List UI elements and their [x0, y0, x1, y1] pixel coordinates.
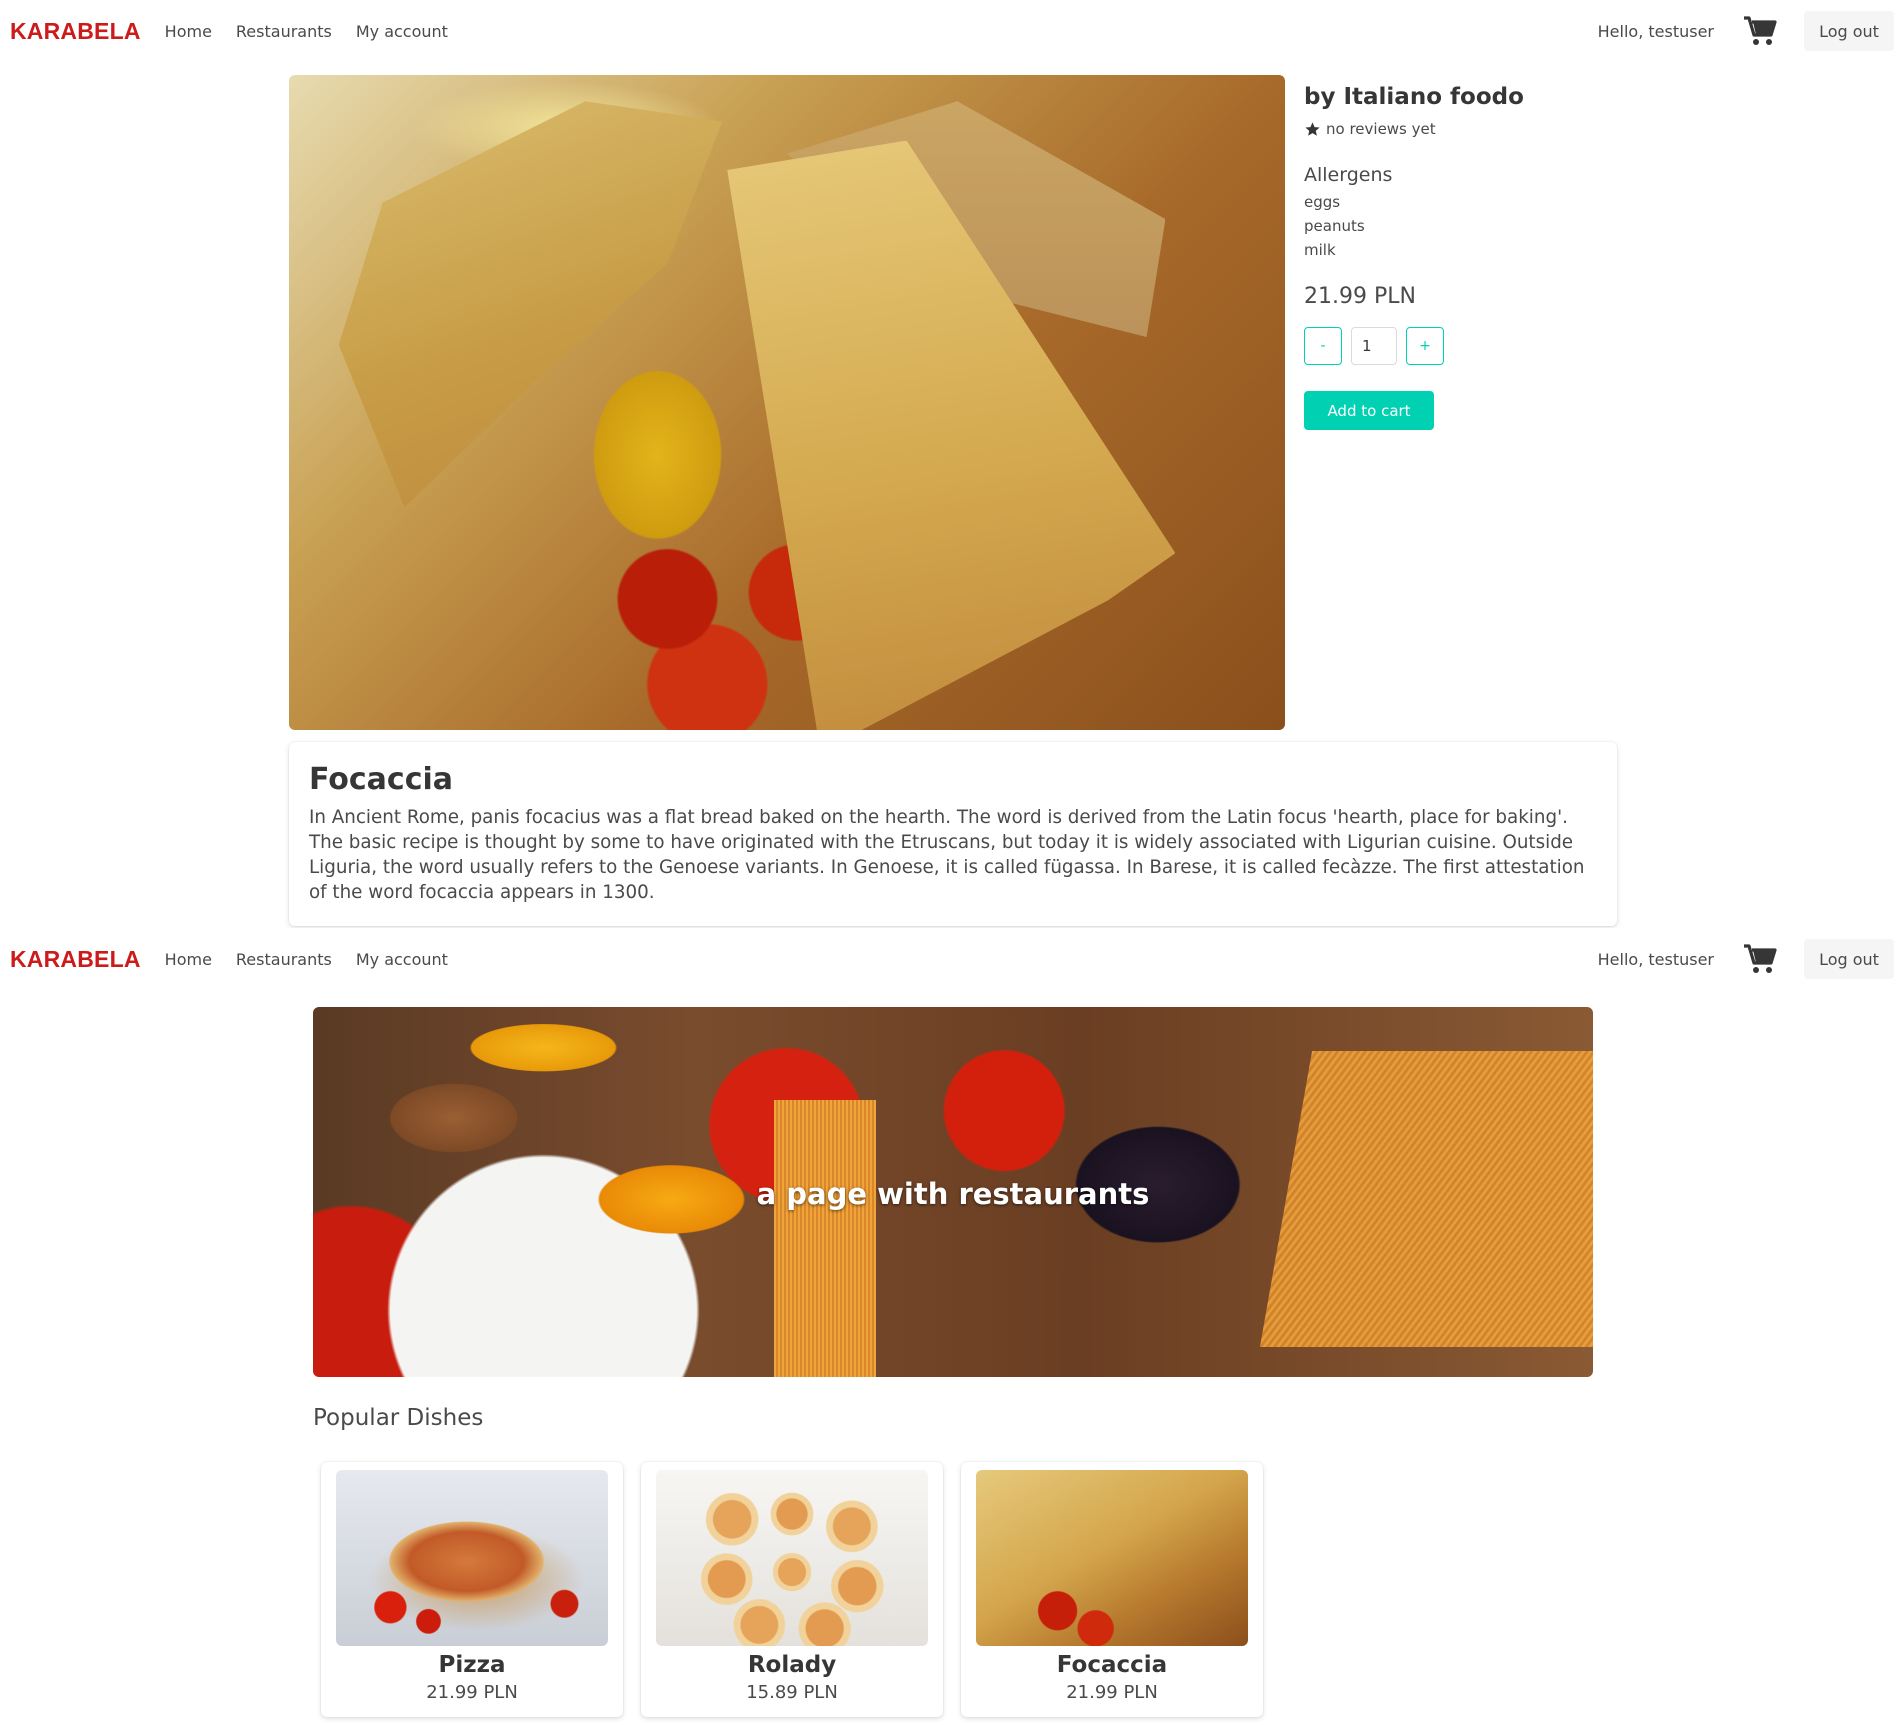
dish-card-price: 15.89 PLN [746, 1682, 838, 1703]
dish-description: In Ancient Rome, panis focacius was a fl… [309, 807, 1585, 903]
allergen-item: milk [1304, 241, 1336, 259]
reviews-text: no reviews yet [1326, 120, 1436, 138]
pasta-decoration [773, 1099, 877, 1377]
dish-card-pizza[interactable]: Pizza 21.99 PLN [321, 1462, 623, 1717]
star-icon [1305, 121, 1320, 136]
dish-card-name: Focaccia [1056, 1652, 1168, 1678]
navbar-right: Hello, testuser Log out [1598, 939, 1900, 979]
dish-image [976, 1470, 1248, 1646]
dish-card-focaccia[interactable]: Focaccia 21.99 PLN [961, 1462, 1263, 1717]
add-to-cart-button[interactable]: Add to cart [1304, 391, 1434, 430]
dish-card-price: 21.99 PLN [426, 1682, 518, 1703]
dish-image [336, 1470, 608, 1646]
allergens-title: Allergens [1304, 164, 1393, 186]
navbar-right: Hello, testuser Log out [1598, 11, 1900, 51]
description-card: Focaccia In Ancient Rome, panis focacius… [289, 742, 1617, 926]
navbar: KARABELA Home Restaurants My account Hel… [0, 928, 1900, 990]
allergen-item: peanuts [1304, 217, 1365, 235]
product-info: by Italiano foodo no reviews yet Allerge… [1304, 84, 1704, 430]
dish-card-name: Rolady [747, 1652, 837, 1678]
greeting: Hello, testuser [1597, 949, 1714, 969]
allergens-list: eggs peanuts milk [1304, 190, 1704, 262]
brand-logo[interactable]: KARABELA [10, 946, 141, 973]
logout-button[interactable]: Log out [1804, 939, 1894, 979]
dish-image [656, 1470, 928, 1646]
dish-card-name: Pizza [438, 1652, 506, 1678]
nav-link-restaurants[interactable]: Restaurants [236, 22, 332, 41]
product-price: 21.99 PLN [1304, 284, 1416, 309]
popular-dishes-title: Popular Dishes [313, 1405, 484, 1431]
quantity-stepper: - + [1304, 327, 1704, 365]
greeting: Hello, testuser [1597, 21, 1714, 41]
reviews: no reviews yet [1304, 120, 1704, 138]
popular-dishes-list: Pizza 21.99 PLN Rolady 15.89 PLN Focacci… [321, 1462, 1263, 1717]
nav-link-my-account[interactable]: My account [356, 22, 448, 41]
shopping-cart-icon[interactable] [1742, 13, 1778, 49]
nav-link-home[interactable]: Home [165, 22, 212, 41]
allergen-item: eggs [1304, 193, 1341, 211]
restaurant-name[interactable]: by Italiano foodo [1304, 84, 1704, 110]
product-image [289, 75, 1285, 730]
increment-button[interactable]: + [1406, 327, 1444, 365]
navbar: KARABELA Home Restaurants My account Hel… [0, 0, 1900, 62]
shopping-cart-icon[interactable] [1742, 941, 1778, 977]
nav-link-restaurants[interactable]: Restaurants [236, 950, 332, 969]
hero-banner: a page with restaurants [313, 1007, 1593, 1377]
brand-logo[interactable]: KARABELA [10, 18, 141, 45]
logout-button[interactable]: Log out [1804, 11, 1894, 51]
nav-link-home[interactable]: Home [165, 950, 212, 969]
dish-title: Focaccia [309, 762, 454, 797]
dish-card-price: 21.99 PLN [1066, 1682, 1158, 1703]
hero-text: a page with restaurants [756, 1177, 1150, 1211]
dish-card-rolady[interactable]: Rolady 15.89 PLN [641, 1462, 943, 1717]
decrement-button[interactable]: - [1304, 327, 1342, 365]
quantity-input[interactable] [1351, 327, 1397, 365]
nav-link-my-account[interactable]: My account [356, 950, 448, 969]
